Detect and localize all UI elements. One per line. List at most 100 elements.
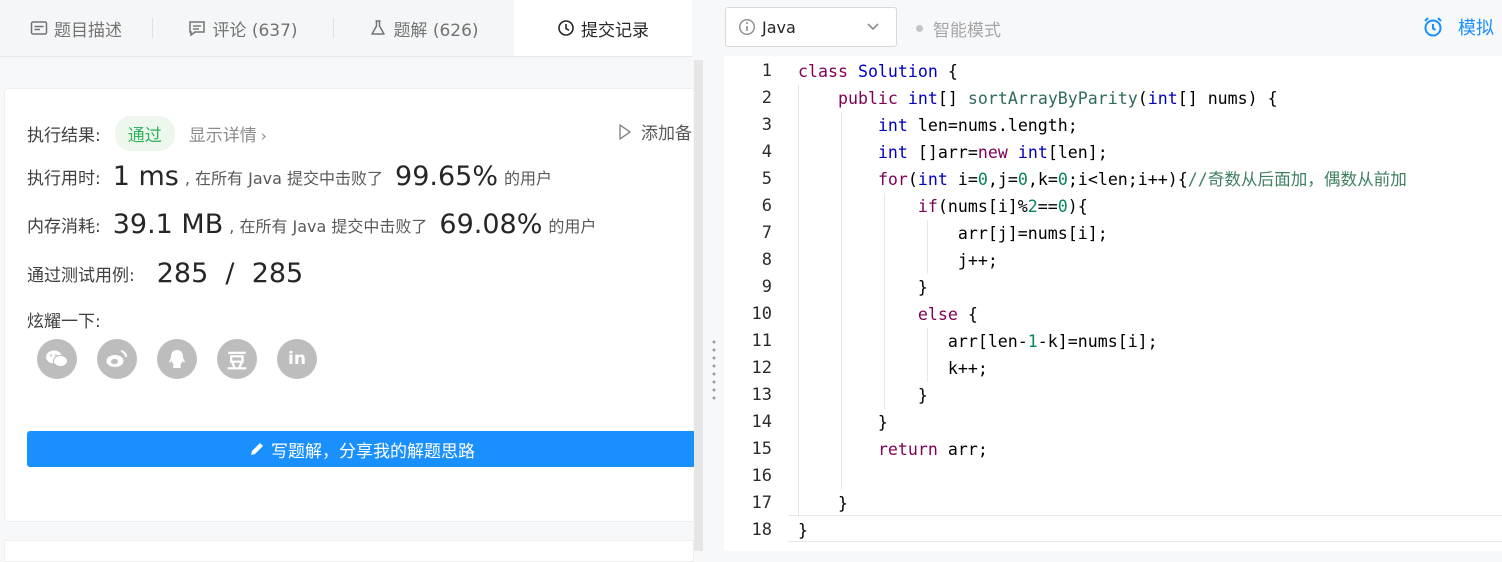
memory-label: 内存消耗: — [27, 217, 101, 237]
tests-row: 通过测试用例: 285 / 285 — [27, 258, 309, 289]
line-number: 2 — [761, 88, 772, 108]
tab-solutions[interactable]: 题解 (626) — [334, 0, 514, 56]
line-number: 7 — [761, 223, 772, 243]
douban-icon[interactable]: 豆 — [217, 339, 257, 379]
language-select[interactable]: Java — [725, 7, 897, 47]
language-value: Java — [762, 17, 796, 37]
wechat-glyph — [46, 350, 68, 367]
show-details-label: 显示详情 — [188, 126, 257, 146]
code-line[interactable]: } — [798, 517, 808, 544]
smart-mode-label: 智能模式 — [933, 21, 1001, 41]
tab-comments-label: 评论 (637) — [212, 20, 298, 41]
line-number: 6 — [761, 196, 772, 216]
pencil-icon — [251, 443, 263, 455]
submission-panel: 题目描述 评论 (637) 题解 (626) 提交记录 执行结果: 通过 显示详… — [0, 0, 697, 562]
line-number: 1 — [761, 61, 772, 81]
share-label: 炫耀一下: — [27, 312, 101, 332]
add-note-button[interactable]: 添加备 — [617, 119, 692, 144]
line-number: 10 — [751, 304, 772, 324]
tests-label: 通过测试用例: — [27, 266, 135, 286]
code-line[interactable]: if(nums[i]%2==0){ — [798, 193, 1088, 220]
code-line[interactable]: else { — [798, 301, 978, 328]
comment-icon — [189, 21, 206, 37]
show-details-link[interactable]: 显示详情 › — [189, 121, 267, 146]
runtime-percent: 99.65% — [395, 161, 498, 192]
tab-bar: 题目描述 评论 (637) 题解 (626) 提交记录 — [0, 0, 692, 57]
code-line[interactable]: } — [798, 382, 928, 409]
memory-value: 39.1 MB — [112, 209, 224, 240]
next-card — [4, 540, 694, 562]
runtime-suffix: 的用户 — [503, 168, 552, 188]
memory-mid: , 在所有 Java 提交中击败了 — [229, 216, 428, 236]
runtime-label: 执行用时: — [27, 169, 101, 189]
clock-icon — [558, 20, 574, 36]
line-number: 17 — [751, 493, 772, 513]
line-number: 12 — [751, 358, 772, 378]
wechat-icon[interactable] — [37, 339, 77, 379]
linkedin-glyph: in — [288, 349, 306, 369]
simulate-interview-button[interactable]: 模拟 — [1422, 14, 1494, 40]
line-number: 14 — [751, 412, 772, 432]
tab-submissions-label: 提交记录 — [581, 20, 649, 41]
code-line[interactable]: arr[len-1-k]=nums[i]; — [798, 328, 1158, 355]
code-line[interactable]: j++; — [798, 247, 998, 274]
runtime-value: 1 ms — [112, 161, 179, 192]
memory-row: 内存消耗: 39.1 MB , 在所有 Java 提交中击败了 69.08% 的… — [27, 209, 596, 240]
code-line[interactable]: int []arr=new int[len]; — [798, 139, 1108, 166]
write-solution-label: 写题解，分享我的解题思路 — [271, 441, 475, 462]
line-number: 18 — [751, 520, 772, 540]
chevron-right-icon: › — [260, 127, 267, 145]
code-line[interactable]: k++; — [798, 355, 988, 382]
tab-solutions-label: 题解 (626) — [393, 20, 479, 41]
left-scrollbar[interactable] — [694, 60, 703, 551]
status-badge: 通过 — [114, 116, 175, 151]
code-line[interactable]: arr[j]=nums[i]; — [798, 220, 1108, 247]
line-number: 9 — [761, 277, 772, 297]
tab-comments[interactable]: 评论 (637) — [153, 0, 333, 56]
memory-percent: 69.08% — [439, 209, 543, 240]
weibo-glyph — [106, 350, 128, 367]
code-line[interactable]: } — [798, 490, 848, 517]
smart-mode-toggle[interactable]: 智能模式 — [916, 16, 1001, 41]
result-label: 执行结果: — [27, 126, 101, 146]
current-line-highlight — [788, 515, 1502, 542]
play-icon — [619, 123, 631, 140]
weibo-icon[interactable] — [97, 339, 137, 379]
tab-description-label: 题目描述 — [54, 20, 122, 41]
tab-description[interactable]: 题目描述 — [0, 0, 152, 56]
line-number: 4 — [761, 142, 772, 162]
simulate-label: 模拟 — [1458, 18, 1494, 39]
code-line[interactable]: for(int i=0,j=0,k=0;i<len;i++){//奇数从后面加，… — [798, 166, 1407, 193]
description-icon — [30, 21, 48, 35]
line-number: 3 — [761, 115, 772, 135]
line-number: 16 — [751, 466, 772, 486]
flask-icon — [371, 20, 386, 35]
code-line[interactable]: int len=nums.length; — [798, 112, 1078, 139]
code-editor[interactable]: 1 2 3 4 5 6 7 8 9 10 11 12 13 14 15 16 1… — [724, 57, 1502, 551]
chevron-down-icon — [867, 23, 879, 31]
add-note-label: 添加备 — [641, 124, 692, 144]
code-line[interactable]: return arr; — [798, 436, 988, 463]
result-card: 执行结果: 通过 显示详情 › 添加备 执行用时: 1 ms , 在所有 Java… — [4, 88, 697, 522]
tab-submissions[interactable]: 提交记录 — [514, 0, 692, 56]
code-line[interactable]: } — [798, 274, 928, 301]
code-line[interactable]: class Solution { — [798, 58, 958, 85]
code-panel: Java 智能模式 模拟 1 2 3 4 5 6 7 8 9 10 11 12 … — [724, 0, 1502, 551]
tests-value: 285 / 285 — [156, 258, 304, 289]
linkedin-icon[interactable]: in — [277, 339, 317, 379]
line-number: 5 — [761, 169, 772, 189]
douban-glyph: 豆 — [227, 348, 247, 373]
code-line[interactable]: } — [798, 409, 888, 436]
editor-toolbar: Java 智能模式 模拟 — [724, 0, 1502, 56]
share-row: 炫耀一下: — [27, 307, 101, 332]
line-number-gutter: 1 2 3 4 5 6 7 8 9 10 11 12 13 14 15 16 1… — [724, 57, 788, 551]
code-line[interactable]: public int[] sortArrayByParity(int[] num… — [798, 85, 1278, 112]
qq-glyph — [169, 350, 185, 368]
qq-icon[interactable] — [157, 339, 197, 379]
info-icon — [738, 18, 756, 36]
result-row: 执行结果: 通过 显示详情 › — [27, 116, 267, 151]
runtime-row: 执行用时: 1 ms , 在所有 Java 提交中击败了 99.65% 的用户 — [27, 161, 552, 192]
resize-handle[interactable] — [712, 338, 716, 404]
write-solution-button[interactable]: 写题解，分享我的解题思路 — [27, 431, 697, 467]
line-number: 8 — [761, 250, 772, 270]
